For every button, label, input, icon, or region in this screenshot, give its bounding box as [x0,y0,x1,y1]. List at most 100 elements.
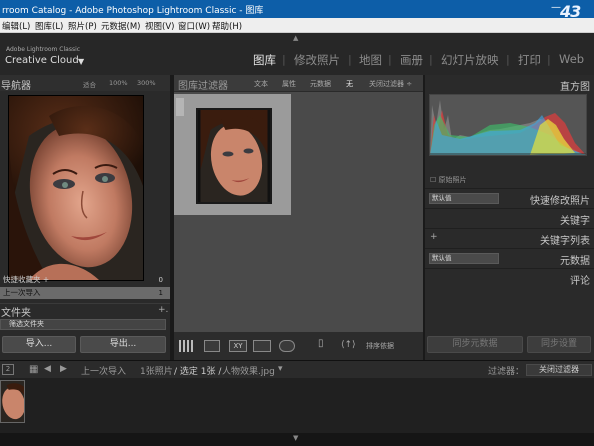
sort-label[interactable]: 排序依据 [366,341,394,351]
keywording-row[interactable]: 关键字 [425,208,594,227]
zoom-100[interactable]: 100% [109,79,128,87]
thumbnail-image[interactable] [196,108,272,204]
filmstrip-thumbnail[interactable] [0,380,28,423]
filename-dropdown-icon[interactable]: ▾ [278,364,283,374]
filter-text[interactable]: 文本 [254,79,268,89]
histogram-plot [430,100,586,155]
zoom-300[interactable]: 300% [137,79,156,87]
filter-none[interactable]: 无 [346,79,353,89]
menu-bar: 编辑(L) 图库(L) 照片(P) 元数据(M) 视图(V) 窗口(W) 帮助(… [0,18,594,33]
left-panel: 导航器 适合 100% 300% 快捷收藏夹 + 0 上一次导入 1 文件夹 +… [0,75,170,360]
window-title: rroom Catalog - Adobe Photoshop Lightroo… [2,6,264,16]
compare-view-icon[interactable]: XY [229,340,247,352]
module-divider: | [506,53,510,66]
keyword-list-row[interactable]: + 关键字列表 [425,228,594,247]
sort-direction-icon[interactable]: ⟨↑⟩ [341,340,356,350]
cell-index-strip [176,98,184,116]
quick-collection-count: 0 [158,276,163,284]
collapse-bottom-arrow-icon[interactable]: ▼ [293,434,298,442]
add-folder-icon[interactable]: +. [158,305,168,315]
module-map[interactable]: 地图 [359,52,382,68]
filmstrip [0,378,594,433]
sync-settings-button[interactable]: 同步设置 [527,336,591,353]
grid-cell-selected[interactable] [174,94,291,215]
spray-can-icon[interactable]: ▯ [318,338,324,349]
back-arrow-icon[interactable]: ◀ [44,364,51,374]
original-photo-toggle[interactable]: ☐ 原始照片 [430,175,467,185]
filter-preset-select[interactable]: 关闭过滤器 ÷ [369,79,412,89]
menu-view[interactable]: 视图(V) [145,20,174,32]
plus-icon[interactable]: + [43,275,49,284]
metadata-title: 元数据 [560,256,590,267]
secondary-window-button[interactable]: 2 [2,364,14,375]
filmstrip-selected: / 选定 1张 / [174,367,222,377]
collections-section: 快捷收藏夹 + 0 上一次导入 1 [0,274,170,300]
folders-header[interactable]: 文件夹 +. [0,303,170,319]
comments-row[interactable]: 评论 [425,268,594,287]
grid-toolbar: XY ▯ ⟨↑⟩ 排序依据 [174,332,423,360]
navigator-title: 导航器 [1,81,31,92]
filter-metadata[interactable]: 元数据 [310,79,331,89]
filmstrip-source[interactable]: 上一次导入 [81,364,126,377]
filmstrip-bar: 2 ▦ ◀ ▶ 上一次导入 1张照片 / 选定 1张 / 人物效果.jpg ▾ … [0,360,594,378]
grid-view [174,92,423,332]
survey-view-icon[interactable] [253,340,271,352]
title-bar: rroom Catalog - Adobe Photoshop Lightroo… [0,0,594,18]
keyword-list-title: 关键字列表 [540,236,590,247]
module-web[interactable]: Web [559,52,584,66]
saved-preset-select[interactable]: 默认值 [429,193,499,204]
keywording-title: 关键字 [560,216,590,227]
filter-attribute[interactable]: 属性 [282,79,296,89]
add-keyword-icon[interactable]: + [430,232,438,242]
module-slideshow[interactable]: 幻灯片放映 [441,52,499,68]
menu-photo[interactable]: 照片(P) [68,20,97,32]
right-panel: 直方图 ☐ 原始照片 默认值 快速修改照片 关键字 + 关键字列表 默认值 元数… [425,75,594,360]
quick-collection-label: 快捷收藏夹 [3,275,41,284]
metadata-preset-select[interactable]: 默认值 [429,253,499,264]
sync-metadata-button[interactable]: 同步元数据 [427,336,523,353]
brand-title[interactable]: Creative Cloud [5,55,79,66]
collapse-top-arrow-icon[interactable]: ▲ [293,34,298,42]
previous-import-count: 1 [158,289,163,297]
quick-develop-title: 快速修改照片 [530,196,590,207]
menu-edit[interactable]: 编辑(L) [2,20,30,32]
export-button[interactable]: 导出... [80,336,166,353]
zoom-fit[interactable]: 适合 [83,79,96,89]
filmstrip-filter-select[interactable]: 关闭过滤器 [526,364,592,376]
previous-import-row[interactable]: 上一次导入 1 [0,287,170,299]
menu-library[interactable]: 图库(L) [35,20,63,32]
quick-collection-row[interactable]: 快捷收藏夹 + 0 [0,274,170,286]
module-develop[interactable]: 修改照片 [294,52,340,68]
module-print[interactable]: 打印 [518,52,541,68]
grid-icon[interactable]: ▦ [29,364,38,375]
menu-metadata[interactable]: 元数据(M) [101,20,140,32]
chevron-down-icon[interactable]: ▼ [78,57,84,66]
histogram-title[interactable]: 直方图 [425,75,590,93]
filmstrip-filename[interactable]: 人物效果.jpg [222,364,275,377]
module-bar: ▲ Adobe Lightroom Classic Creative Cloud… [0,33,594,75]
forward-arrow-icon[interactable]: ▶ [60,364,67,374]
module-divider: | [348,53,352,66]
quick-develop-row[interactable]: 默认值 快速修改照片 [425,188,594,207]
import-button[interactable]: 导入... [2,336,76,353]
module-divider: | [547,53,551,66]
module-divider: | [388,53,392,66]
people-view-icon[interactable] [279,340,295,352]
menu-help[interactable]: 帮助(H) [212,20,242,32]
folders-title: 文件夹 [1,308,31,319]
navigator-preview[interactable] [8,95,144,281]
original-photo-label: 原始照片 [438,176,467,184]
grid-view-icon[interactable] [179,340,195,352]
checkbox-icon[interactable]: ☐ [430,176,439,184]
navigator-header[interactable]: 导航器 适合 100% 300% [0,75,170,92]
module-divider: | [429,53,433,66]
metadata-row[interactable]: 默认值 元数据 [425,248,594,267]
loupe-view-icon[interactable] [204,340,220,352]
filmstrip-filter-label: 过滤器： [488,367,525,377]
library-filter-title: 图库过滤器 [178,81,228,92]
module-book[interactable]: 画册 [400,52,423,68]
folder-filter-input[interactable]: 筛选文件夹 [0,319,166,330]
module-library[interactable]: 图库 [253,52,276,68]
menu-window[interactable]: 窗口(W) [178,20,210,32]
bottom-bar: ▼ [0,433,594,446]
